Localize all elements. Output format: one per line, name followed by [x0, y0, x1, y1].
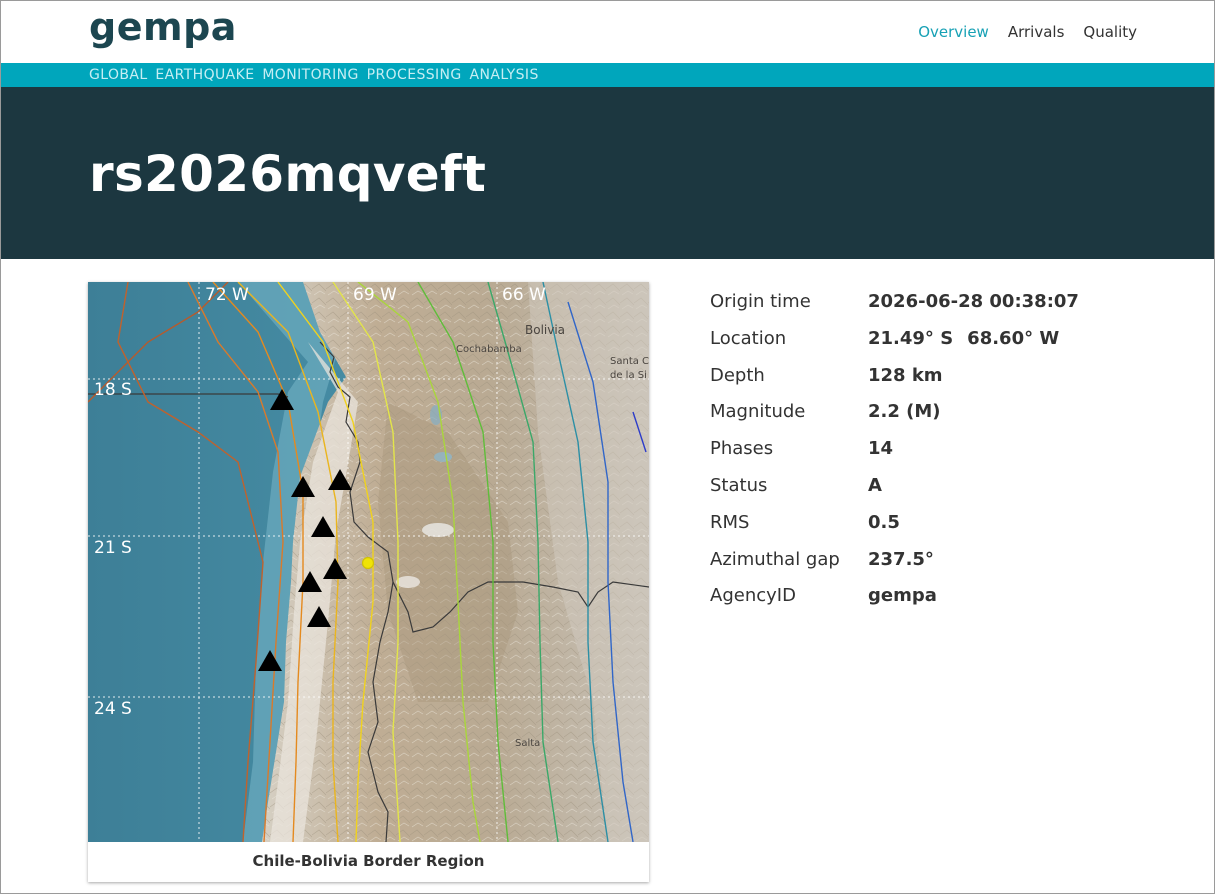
- detail-value: gempa: [868, 585, 937, 607]
- detail-value: A: [868, 474, 882, 496]
- place-bolivia: Bolivia: [525, 323, 565, 337]
- detail-value: 128 km: [868, 364, 943, 386]
- detail-label: Magnitude: [710, 401, 806, 423]
- detail-label: Status: [710, 474, 768, 496]
- hero-banner: rs2026mqveft: [1, 87, 1214, 259]
- lat-label-21s: 21 S: [94, 538, 132, 558]
- page-frame: gempa Overview Arrivals Quality GLOBAL E…: [0, 0, 1215, 894]
- detail-value: 2026-06-28 00:38:07: [868, 291, 1079, 312]
- place-salta: Salta: [515, 738, 540, 749]
- detail-value: 237.5°: [868, 548, 934, 570]
- detail-value: 14: [868, 438, 894, 460]
- place-santa-cruz-2: de la Si: [610, 370, 647, 381]
- detail-label: Origin time: [710, 291, 811, 312]
- detail-value: 2.2 (M): [868, 401, 941, 423]
- nav-quality[interactable]: Quality: [1083, 23, 1137, 41]
- nav-overview[interactable]: Overview: [918, 23, 989, 41]
- longitude-value: 68.60° W: [967, 327, 1060, 349]
- detail-label: Azimuthal gap: [710, 548, 840, 570]
- event-map[interactable]: 72 W 69 W 66 W 18 S 21 S 24 S Bolivia Co…: [88, 282, 649, 842]
- lon-label-72w: 72 W: [205, 285, 249, 305]
- detail-label: AgencyID: [710, 585, 796, 607]
- detail-label: Depth: [710, 364, 765, 386]
- detail-label: RMS: [710, 511, 750, 533]
- lon-label-66w: 66 W: [502, 285, 546, 305]
- epicenter-marker: [361, 556, 375, 570]
- detail-value: 0.5: [868, 511, 900, 533]
- detail-label: Phases: [710, 438, 774, 460]
- map-canvas: 72 W 69 W 66 W 18 S 21 S 24 S Bolivia Co…: [88, 282, 649, 842]
- place-cochabamba: Cochabamba: [456, 344, 522, 355]
- tagline-strip: GLOBAL EARTHQUAKE MONITORING PROCESSING …: [1, 63, 1214, 87]
- gempa-logo[interactable]: gempa: [89, 5, 237, 49]
- lat-label-24s: 24 S: [94, 699, 132, 719]
- nav-arrivals[interactable]: Arrivals: [1008, 23, 1065, 41]
- detail-value-location: 21.49° S 68.60° W: [868, 328, 1059, 349]
- top-bar: gempa Overview Arrivals Quality: [1, 1, 1214, 63]
- latitude-value: 21.49° S: [868, 327, 954, 349]
- lon-label-69w: 69 W: [353, 285, 397, 305]
- map-caption: Chile-Bolivia Border Region: [252, 852, 485, 870]
- lat-label-18s: 18 S: [94, 380, 132, 400]
- map-card: 72 W 69 W 66 W 18 S 21 S 24 S Bolivia Co…: [88, 282, 649, 882]
- detail-label: Location: [710, 327, 787, 349]
- place-santa-cruz: Santa C: [610, 356, 649, 367]
- event-id-title: rs2026mqveft: [89, 145, 487, 203]
- tagline: GLOBAL EARTHQUAKE MONITORING PROCESSING …: [89, 67, 539, 83]
- main-nav: Overview Arrivals Quality: [918, 23, 1137, 41]
